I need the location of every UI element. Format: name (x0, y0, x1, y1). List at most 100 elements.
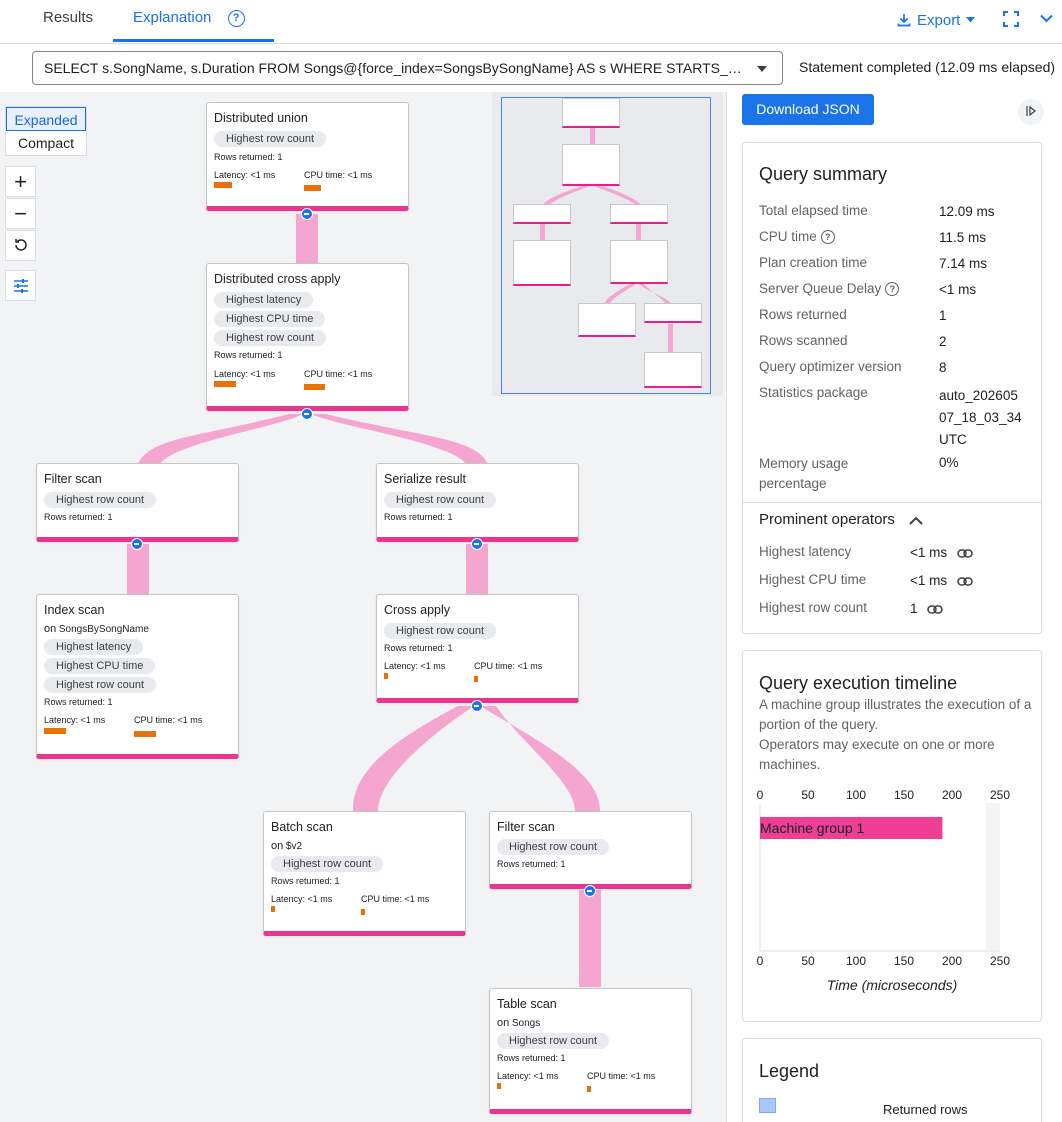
cpu-time-bar (304, 185, 321, 191)
plan-node-filter-scan[interactable]: Filter scan Highest row count Rows retur… (36, 463, 239, 542)
cpu-time-bar (587, 1086, 591, 1092)
tab-explanation[interactable]: Explanation ? (113, 0, 274, 42)
collapse-node-button[interactable] (301, 408, 313, 420)
cpu-time-bar (361, 909, 365, 915)
cpu-time-label: CPU time: <1 ms (304, 369, 373, 379)
minimap-node (644, 352, 702, 388)
plan-node-filter-scan[interactable]: Filter scan Highest row count Rows retur… (489, 811, 692, 889)
fullscreen-icon[interactable] (1003, 11, 1019, 27)
expanded-view-button[interactable]: Expanded (6, 107, 86, 131)
timeline-top-tick-label: 150 (894, 788, 914, 802)
minimap[interactable] (501, 97, 711, 394)
minimap-node (562, 98, 620, 128)
plan-node-distributed-union[interactable]: Distributed union Highest row count Rows… (206, 102, 409, 211)
latency-label: Latency: <1 ms (214, 369, 276, 379)
summary-value: auto_20260507_18_03_34UTC (939, 388, 1022, 447)
zoom-in-button[interactable]: + (5, 166, 36, 197)
minimap-node (513, 240, 571, 286)
summary-label: Plan creation time (759, 255, 868, 270)
summary-value: 0% (939, 455, 959, 470)
latency-label: Latency: <1 ms (384, 661, 446, 671)
collapse-node-button[interactable] (584, 885, 596, 897)
plan-node-table-scan[interactable]: Table scan on Songs Highest row count Ro… (489, 988, 692, 1114)
collapse-panel-button[interactable] (1018, 99, 1044, 125)
highest-row-count-chip: Highest row count (44, 492, 157, 508)
summary-value: 1 (939, 308, 947, 323)
link-icon[interactable] (927, 605, 944, 614)
divider (743, 502, 1041, 503)
legend-card: Legend Returned rows (742, 1038, 1042, 1122)
settings-button[interactable] (5, 270, 36, 301)
query-plan-graph[interactable]: Expanded Compact + − Distributed union H… (0, 92, 727, 1122)
prominent-value: 1 (910, 601, 918, 616)
prominent-value-row: <1 ms (910, 573, 973, 588)
latency-bar (214, 182, 232, 188)
prominent-label: Highest CPU time (759, 572, 867, 587)
summary-value: 11.5 ms (939, 230, 987, 245)
legend-title: Legend (759, 1061, 820, 1081)
timeline-bottom-tick-label: 100 (846, 954, 866, 968)
timeline-bottom-tick-label: 50 (801, 954, 815, 968)
prominent-operators-title: Prominent operators (759, 511, 895, 528)
timeline-x-axis-title: Time (microseconds) (826, 977, 958, 993)
timeline-top-tick-label: 200 (942, 788, 962, 802)
node-title: Table scan (497, 997, 557, 1011)
summary-label: Rows scanned (759, 333, 848, 348)
legend-item-label: Returned rows (883, 1102, 968, 1117)
prominent-operators-header[interactable]: Prominent operators (759, 511, 923, 528)
minimap-node (578, 303, 636, 337)
latency-bar (271, 906, 275, 912)
highest-cpu-time-chip: Highest CPU time (214, 311, 326, 327)
node-target-prefix: on (44, 623, 57, 635)
link-icon[interactable] (957, 549, 973, 558)
plan-node-serialize-result[interactable]: Serialize result Highest row count Rows … (376, 463, 579, 542)
rows-returned: Rows returned: 1 (497, 1053, 566, 1063)
latency-bar (214, 381, 236, 387)
collapse-node-button[interactable] (131, 538, 143, 550)
collapse-node-button[interactable] (471, 538, 483, 550)
zoom-out-button[interactable]: − (5, 198, 36, 229)
prominent-label: Highest row count (759, 600, 868, 615)
help-icon[interactable]: ? (227, 9, 245, 27)
download-json-button[interactable]: Download JSON (742, 94, 874, 125)
timeline-bottom-tick-label: 150 (894, 954, 914, 968)
summary-label: Statistics package (759, 385, 868, 400)
tab-explanation-label: Explanation (133, 9, 212, 26)
summary-label: CPU time (759, 229, 817, 244)
prominent-value: <1 ms (910, 545, 948, 560)
prominent-value-row: <1 ms (910, 545, 973, 560)
highest-cpu-time-chip: Highest CPU time (44, 658, 156, 674)
expand-more-icon[interactable] (1040, 14, 1053, 23)
latency-bar (384, 673, 388, 679)
reset-view-button[interactable] (5, 230, 36, 261)
rows-returned: Rows returned: 1 (497, 859, 566, 869)
help-icon[interactable]: ? (820, 230, 835, 245)
plan-node-index-scan[interactable]: Index scan on SongsBySongName Highest la… (36, 594, 239, 759)
summary-label: Memory usage percentage (759, 456, 849, 491)
link-icon[interactable] (957, 577, 973, 586)
rows-returned: Rows returned: 1 (214, 350, 283, 360)
summary-label-queue-delay: Server Queue Delay? (759, 281, 900, 297)
statement-select[interactable]: SELECT s.SongName, s.Duration FROM Songs… (32, 51, 783, 85)
plan-node-distributed-cross-apply[interactable]: Distributed cross apply Highest latency … (206, 263, 409, 411)
tab-results[interactable]: Results (28, 0, 108, 42)
minimap-node (610, 240, 668, 284)
export-button[interactable]: Export (897, 8, 976, 32)
cpu-time-label: CPU time: <1 ms (134, 715, 203, 725)
help-icon[interactable]: ? (885, 282, 900, 297)
node-title: Serialize result (384, 472, 466, 486)
compact-view-button[interactable]: Compact (6, 131, 86, 155)
timeline-end-band (986, 803, 1000, 951)
plan-node-cross-apply[interactable]: Cross apply Highest row count Rows retur… (376, 594, 579, 703)
chevron-down-icon (966, 17, 976, 23)
summary-label: Rows returned (759, 307, 847, 322)
collapse-node-button[interactable] (471, 700, 483, 712)
execution-timeline-card: Query execution timeline A machine group… (742, 650, 1042, 1022)
summary-label-cpu-time: CPU time? (759, 229, 835, 245)
node-target-prefix: on (271, 840, 284, 852)
node-title: Batch scan (271, 820, 333, 834)
highest-latency-chip: Highest latency (44, 639, 144, 655)
collapse-node-button[interactable] (301, 208, 313, 220)
plan-node-batch-scan[interactable]: Batch scan on $v2 Highest row count Rows… (263, 811, 466, 936)
rows-returned: Rows returned: 1 (384, 512, 453, 522)
